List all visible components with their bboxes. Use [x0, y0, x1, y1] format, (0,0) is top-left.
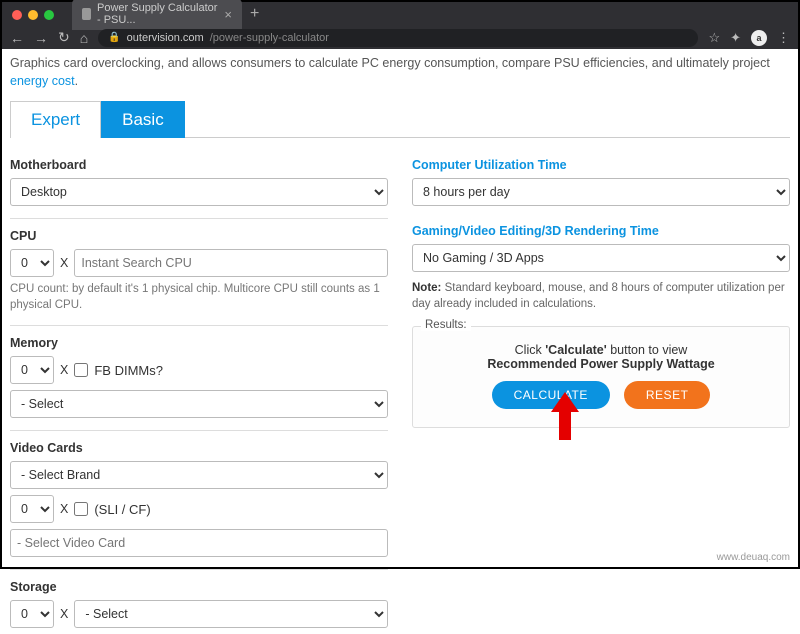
- mode-tabs: Expert Basic: [10, 100, 790, 138]
- video-qty-select[interactable]: 0: [10, 495, 54, 523]
- url-path: /power-supply-calculator: [210, 32, 329, 44]
- left-column: Motherboard Desktop CPU 0 X CPU count: b…: [10, 148, 388, 628]
- maximize-window-icon[interactable]: [44, 10, 54, 20]
- reset-button[interactable]: RESET: [624, 381, 711, 409]
- intro-before: Graphics card overclocking, and allows c…: [10, 56, 770, 70]
- motherboard-select[interactable]: Desktop: [10, 178, 388, 206]
- tab-basic[interactable]: Basic: [101, 101, 185, 138]
- favicon-icon: [82, 8, 91, 20]
- video-card-input: [10, 529, 388, 557]
- video-brand-select[interactable]: - Select Brand: [10, 461, 388, 489]
- intro-after: .: [75, 74, 78, 88]
- memory-x-label: X: [60, 363, 68, 377]
- lock-icon: 🔒: [108, 32, 120, 43]
- results-box: Results: Click 'Calculate' button to vie…: [412, 326, 790, 428]
- storage-qty-select[interactable]: 0: [10, 600, 54, 628]
- fbdimms-checkbox[interactable]: [74, 363, 88, 377]
- cpu-search-input[interactable]: [74, 249, 388, 277]
- extensions-icon[interactable]: ✦: [730, 30, 741, 46]
- results-title: Results:: [421, 319, 471, 331]
- address-bar-row: ← → ↻ ⌂ 🔒 outervision.com/power-supply-c…: [2, 26, 798, 49]
- note-label: Note:: [412, 282, 441, 294]
- tab-bar: Power Supply Calculator - PSU... × +: [72, 2, 259, 26]
- cpu-qty-select[interactable]: 0: [10, 249, 54, 277]
- minimize-window-icon[interactable]: [28, 10, 38, 20]
- crossfire-label: (SLI / CF): [94, 502, 150, 517]
- tab-title: Power Supply Calculator - PSU...: [97, 2, 218, 26]
- results-text: Click 'Calculate' button to view Recomme…: [423, 343, 779, 371]
- toolbar-right: ☆ ✦ a ⋮: [708, 30, 790, 46]
- note-text: Note: Standard keyboard, mouse, and 8 ho…: [412, 280, 790, 312]
- tab-expert[interactable]: Expert: [10, 101, 101, 138]
- fbdimms-label: FB DIMMs?: [94, 363, 163, 378]
- divider: [10, 218, 388, 219]
- new-tab-button[interactable]: +: [250, 5, 259, 23]
- star-icon[interactable]: ☆: [708, 30, 720, 46]
- url-host: outervision.com: [127, 32, 204, 44]
- util-label: Computer Utilization Time: [412, 158, 790, 172]
- reload-icon[interactable]: ↻: [58, 29, 70, 46]
- button-row: CALCULATE RESET: [423, 381, 779, 409]
- divider: [10, 569, 388, 570]
- home-icon[interactable]: ⌂: [80, 30, 88, 46]
- memory-qty-select[interactable]: 0: [10, 356, 54, 384]
- cpu-x-label: X: [60, 256, 68, 270]
- calculate-button[interactable]: CALCULATE: [492, 381, 610, 409]
- menu-icon[interactable]: ⋮: [777, 30, 790, 46]
- divider: [10, 430, 388, 431]
- page-content: Graphics card overclocking, and allows c…: [2, 49, 798, 634]
- util-select[interactable]: 8 hours per day: [412, 178, 790, 206]
- crossfire-checkbox[interactable]: [74, 502, 88, 516]
- browser-chrome: Power Supply Calculator - PSU... × + ← →…: [2, 2, 798, 49]
- motherboard-label: Motherboard: [10, 158, 388, 172]
- close-tab-icon[interactable]: ×: [224, 7, 232, 22]
- energy-cost-link[interactable]: energy cost: [10, 74, 75, 88]
- close-window-icon[interactable]: [12, 10, 22, 20]
- storage-x-label: X: [60, 607, 68, 621]
- profile-avatar-icon[interactable]: a: [751, 30, 767, 46]
- cpu-hint: CPU count: by default it's 1 physical ch…: [10, 282, 388, 313]
- video-x-label: X: [60, 502, 68, 516]
- forward-icon[interactable]: →: [34, 30, 48, 46]
- divider: [10, 325, 388, 326]
- storage-label: Storage: [10, 580, 388, 594]
- gaming-label: Gaming/Video Editing/3D Rendering Time: [412, 224, 790, 238]
- watermark: www.deuaq.com: [717, 552, 790, 563]
- intro-text: Graphics card overclocking, and allows c…: [10, 55, 790, 90]
- back-icon[interactable]: ←: [10, 30, 24, 46]
- cpu-label: CPU: [10, 229, 388, 243]
- memory-label: Memory: [10, 336, 388, 350]
- memory-select[interactable]: - Select: [10, 390, 388, 418]
- gaming-select[interactable]: No Gaming / 3D Apps: [412, 244, 790, 272]
- note-body: Standard keyboard, mouse, and 8 hours of…: [412, 282, 785, 310]
- url-bar[interactable]: 🔒 outervision.com/power-supply-calculato…: [98, 29, 698, 47]
- window-controls: [12, 10, 54, 20]
- video-label: Video Cards: [10, 441, 388, 455]
- storage-select[interactable]: - Select: [74, 600, 388, 628]
